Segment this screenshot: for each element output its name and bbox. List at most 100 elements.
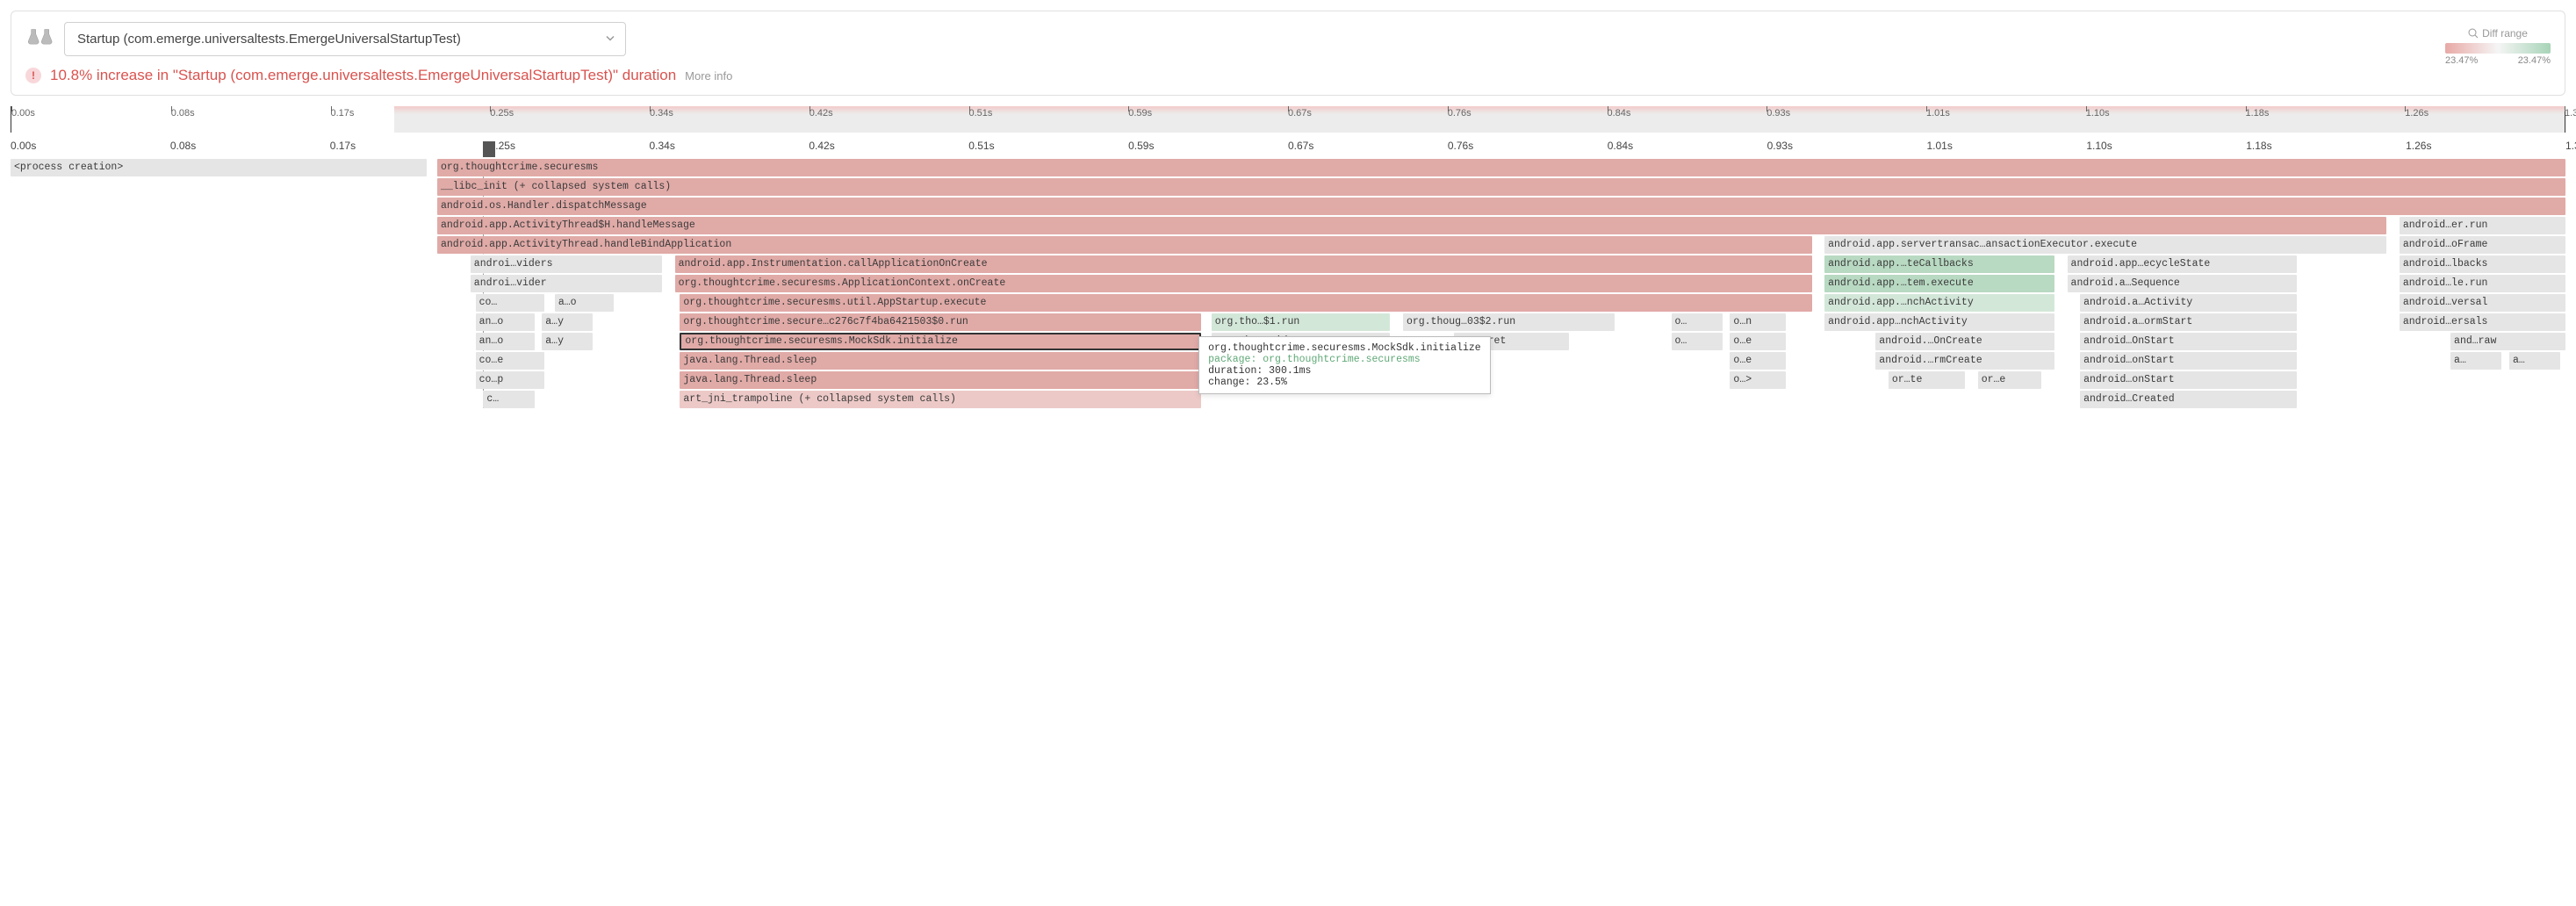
- flame-span[interactable]: org.thoughtcrime.securesms.MockSdk.initi…: [680, 333, 1201, 350]
- minimap-tick: 0.25s: [490, 108, 514, 119]
- ruler-tick: 1.10s: [2086, 140, 2112, 152]
- flame-span[interactable]: android…OnStart: [2080, 333, 2297, 350]
- flame-span[interactable]: org.thoughtcrime.securesms.util.AppStart…: [680, 294, 1811, 312]
- ruler-tick: 0.84s: [1608, 140, 1633, 152]
- flame-span[interactable]: android…er.run: [2400, 217, 2565, 234]
- minimap-tick: 1.26s: [2405, 108, 2428, 119]
- flame-span[interactable]: or…te: [1889, 371, 1965, 389]
- flame-span[interactable]: org.thoughtcrime.securesms: [437, 159, 2565, 176]
- flame-row: androi…vider org.thoughtcrime.securesms.A…: [11, 275, 2565, 292]
- flame-span[interactable]: an…o: [476, 333, 535, 350]
- flame-span[interactable]: o…>: [1730, 371, 1786, 389]
- ruler-tick: 0.17s: [330, 140, 356, 152]
- flame-span[interactable]: android.app.ActivityThread$H.handleMessa…: [437, 217, 2386, 234]
- flame-row: co… a…o org.thoughtcrime.securesms.util.Ap…: [11, 294, 2565, 312]
- flame-span[interactable]: java.lang.Thread.sleep: [680, 371, 1201, 389]
- minimap-tick: 0.17s: [331, 108, 355, 119]
- minimap-tick: 1.18s: [2246, 108, 2270, 119]
- minimap[interactable]: 0.00s0.08s0.17s0.25s0.34s0.42s0.51s0.59s…: [11, 106, 2565, 133]
- flame-span[interactable]: a…: [2509, 352, 2560, 370]
- flask-icon: [25, 25, 54, 54]
- test-name-input[interactable]: [64, 22, 626, 56]
- flame-span[interactable]: org.thoughtcrime.secure…c276c7f4ba642150…: [680, 313, 1201, 331]
- minimap-tick: 0.34s: [650, 108, 673, 119]
- flame-span[interactable]: android.app.…teCallbacks: [1824, 255, 2054, 273]
- flame-span[interactable]: android…lbacks: [2400, 255, 2565, 273]
- flame-span[interactable]: and…raw: [2450, 333, 2565, 350]
- ruler-tick: 0.51s: [968, 140, 994, 152]
- flame-span[interactable]: android.…OnCreate: [1875, 333, 2054, 350]
- flame-span[interactable]: art_jni_trampoline (+ collapsed system c…: [680, 391, 1201, 408]
- flame-span[interactable]: androi…vider: [471, 275, 662, 292]
- flame-span[interactable]: a…: [2450, 352, 2501, 370]
- flame-span[interactable]: android…le.run: [2400, 275, 2565, 292]
- flame-span[interactable]: android.a…Activity: [2080, 294, 2297, 312]
- flame-row: <process creation> org.thoughtcrime.secur…: [11, 159, 2565, 176]
- flame-span[interactable]: co…p: [476, 371, 545, 389]
- flame-span[interactable]: android…onStart: [2080, 371, 2297, 389]
- flame-span[interactable]: android.a…ormStart: [2080, 313, 2297, 331]
- flame-span[interactable]: android.a…Sequence: [2068, 275, 2298, 292]
- ruler-tick: 0.08s: [170, 140, 196, 152]
- flame-span[interactable]: android…Created: [2080, 391, 2297, 408]
- flame-row: android.os.Handler.dispatchMessage: [11, 198, 2565, 215]
- diff-range-label: Diff range: [2445, 27, 2551, 40]
- test-selector[interactable]: [64, 22, 626, 56]
- flame-span[interactable]: <process creation>: [11, 159, 427, 176]
- flame-span[interactable]: org.thoughtcrime.securesms.ApplicationCo…: [675, 275, 1812, 292]
- minimap-tick: 0.84s: [1608, 108, 1631, 119]
- flame-span[interactable]: android.app.ActivityThread.handleBindApp…: [437, 236, 1812, 254]
- flame-span[interactable]: o…: [1672, 313, 1723, 331]
- flame-span[interactable]: android.…rmCreate: [1875, 352, 2054, 370]
- alert-icon: !: [25, 68, 41, 83]
- flame-graph[interactable]: <process creation> org.thoughtcrime.secur…: [11, 159, 2565, 408]
- flame-span[interactable]: o…e: [1730, 352, 1786, 370]
- flame-span[interactable]: a…o: [555, 294, 614, 312]
- minimap-tick: 0.59s: [1128, 108, 1152, 119]
- playhead-marker[interactable]: [483, 141, 495, 157]
- ruler-tick: 0.59s: [1128, 140, 1154, 152]
- flame-span[interactable]: java.lang.Thread.sleep: [680, 352, 1201, 370]
- main-ruler: 0.00s0.08s0.17s0.25s0.34s0.42s0.51s0.59s…: [11, 140, 2565, 155]
- more-info-link[interactable]: More info: [685, 69, 732, 83]
- flame-span[interactable]: or…e: [1978, 371, 2042, 389]
- minimap-tick: 0.67s: [1288, 108, 1312, 119]
- flame-span[interactable]: android…onStart: [2080, 352, 2297, 370]
- flame-span[interactable]: __libc_init (+ collapsed system calls): [437, 178, 2565, 196]
- flame-span[interactable]: an…o: [476, 313, 535, 331]
- flame-span[interactable]: android.app…nchActivity: [1824, 313, 2054, 331]
- flame-span[interactable]: o…n: [1730, 313, 1786, 331]
- flame-span[interactable]: android.app.Instrumentation.callApplicat…: [675, 255, 1812, 273]
- ruler-tick: 0.42s: [809, 140, 834, 152]
- flame-span[interactable]: android.os.Handler.dispatchMessage: [437, 198, 2565, 215]
- minimap-content: [394, 106, 2565, 133]
- flame-span[interactable]: co…: [476, 294, 545, 312]
- ruler-tick: 0.00s: [11, 140, 36, 152]
- flame-span[interactable]: org.thoug…03$2.run: [1403, 313, 1615, 331]
- tooltip: org.thoughtcrime.securesms.MockSdk.initi…: [1198, 336, 1491, 394]
- alert-text: 10.8% increase in "Startup (com.emerge.u…: [50, 67, 676, 84]
- flame-span[interactable]: android.app.…nchActivity: [1824, 294, 2054, 312]
- diff-values: 23.47% 23.47%: [2445, 55, 2551, 66]
- flame-span[interactable]: org.tho…$1.run: [1212, 313, 1391, 331]
- zoom-icon: [2468, 28, 2479, 39]
- diff-range: Diff range 23.47% 23.47%: [2445, 27, 2551, 66]
- flame-span[interactable]: android.app…ecycleState: [2068, 255, 2298, 273]
- flame-span[interactable]: androi…viders: [471, 255, 662, 273]
- header-panel: ! 10.8% increase in "Startup (com.emerge…: [11, 11, 2565, 96]
- flame-span[interactable]: co…e: [476, 352, 545, 370]
- flame-row: an…o a…y org.thoughtcrime.secure…c276c7f4b…: [11, 313, 2565, 331]
- flame-span[interactable]: android.app.…tem.execute: [1824, 275, 2054, 292]
- flame-span[interactable]: a…y: [542, 333, 593, 350]
- flame-span[interactable]: o…: [1672, 333, 1723, 350]
- flame-row: __libc_init (+ collapsed system calls): [11, 178, 2565, 196]
- flame-span[interactable]: a…y: [542, 313, 593, 331]
- flame-span[interactable]: android…versal: [2400, 294, 2565, 312]
- minimap-tick: 0.42s: [809, 108, 833, 119]
- flame-span[interactable]: android.app.servertransac…ansactionExecu…: [1824, 236, 2386, 254]
- minimap-tick: 0.51s: [969, 108, 993, 119]
- flame-span[interactable]: o…e: [1730, 333, 1786, 350]
- flame-span[interactable]: android…ersals: [2400, 313, 2565, 331]
- flame-span[interactable]: android…oFrame: [2400, 236, 2565, 254]
- flame-span[interactable]: c…: [483, 391, 534, 408]
